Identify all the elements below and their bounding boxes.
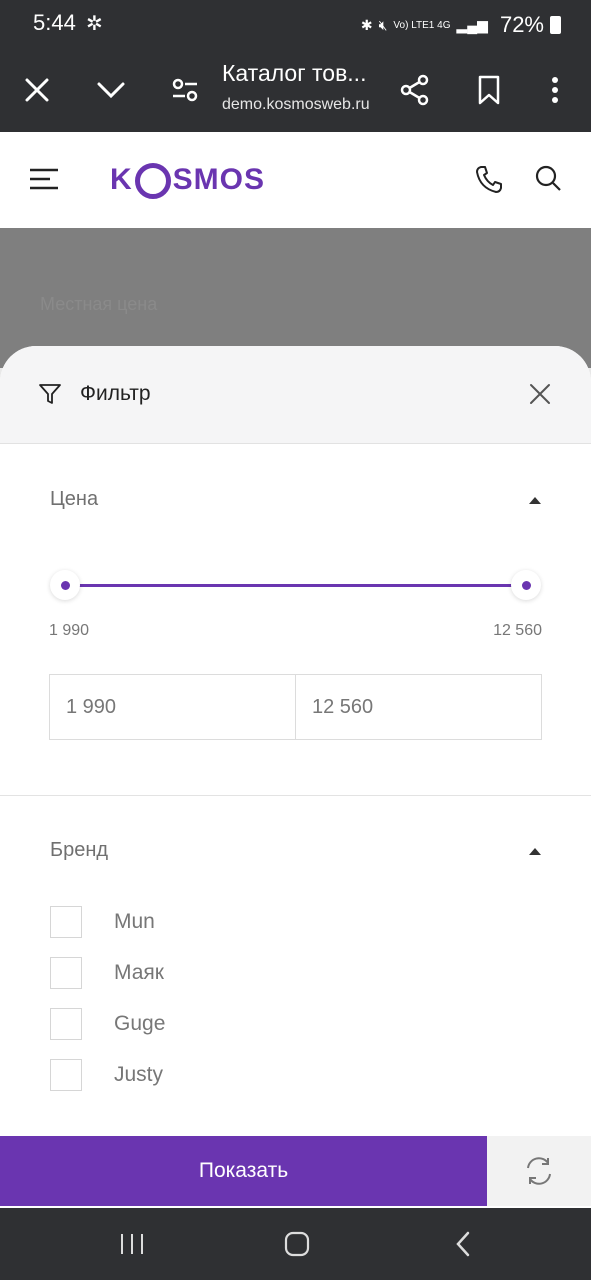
- share-icon[interactable]: [393, 68, 437, 112]
- price-max-input[interactable]: 12 560: [295, 674, 542, 740]
- brand-checkbox[interactable]: [50, 1008, 82, 1040]
- more-menu-icon[interactable]: [533, 68, 577, 112]
- obscured-page-text: Местная цена: [40, 294, 158, 314]
- home-icon[interactable]: [277, 1228, 317, 1260]
- price-max-label: 12 560: [493, 622, 542, 639]
- browser-toolbar: Каталог тов... demo.kosmosweb.ru: [0, 48, 591, 132]
- signal-icon: ▂▄▆: [456, 16, 488, 33]
- site-header: K SMOS: [0, 132, 591, 228]
- brand-label: Mun: [114, 910, 155, 933]
- brand-checkbox[interactable]: [50, 1059, 82, 1091]
- price-min-handle[interactable]: [50, 570, 80, 600]
- price-range-track[interactable]: [64, 584, 526, 587]
- system-nav-bar: [0, 1208, 591, 1280]
- show-results-button[interactable]: Показать: [0, 1136, 487, 1206]
- chevron-down-icon[interactable]: [89, 68, 133, 112]
- brand-label: Justy: [114, 1063, 164, 1086]
- brand-checkbox[interactable]: [50, 906, 82, 938]
- page-settings-icon[interactable]: [163, 68, 207, 112]
- brand-label: Guge: [114, 1012, 166, 1035]
- price-collapse-icon[interactable]: [529, 497, 541, 504]
- search-icon[interactable]: [534, 164, 564, 194]
- app-status-icon: ✲: [86, 13, 103, 35]
- filter-sheet: Фильтр Цена 1 990 12 560 1 990 12 560 Бр…: [0, 346, 591, 1208]
- brand-section-label[interactable]: Бренд: [50, 839, 108, 862]
- browser-url[interactable]: demo.kosmosweb.ru: [222, 96, 370, 114]
- reset-icon: [527, 1157, 551, 1185]
- logo-text-right: SMOS: [172, 163, 266, 196]
- price-max-handle[interactable]: [511, 570, 541, 600]
- close-filter-icon[interactable]: [527, 381, 555, 409]
- battery-icon: [550, 16, 561, 34]
- brand-option[interactable]: Маяк: [50, 957, 164, 989]
- brand-label: Маяк: [114, 961, 164, 984]
- mute-icon: 🔇︎: [378, 16, 388, 33]
- back-icon[interactable]: [443, 1228, 483, 1260]
- price-min-label: 1 990: [49, 622, 90, 639]
- filter-header: Фильтр: [0, 346, 591, 444]
- price-min-input[interactable]: 1 990: [49, 674, 296, 740]
- brand-option[interactable]: Guge: [50, 1008, 165, 1040]
- status-time: 5:44: [33, 10, 76, 35]
- status-icons: ✱ 🔇︎ Vo) LTE1 4G ▂▄▆ 72%: [361, 12, 561, 38]
- phone-icon[interactable]: [474, 164, 506, 196]
- brand-option[interactable]: Mun: [50, 906, 155, 938]
- hamburger-menu-icon[interactable]: [28, 166, 60, 194]
- price-section-label[interactable]: Цена: [50, 488, 98, 511]
- brand-collapse-icon[interactable]: [529, 848, 541, 855]
- brand-option[interactable]: Justy: [50, 1059, 163, 1091]
- bluetooth-icon: ✱: [360, 16, 373, 33]
- filter-icon: [38, 382, 62, 406]
- battery-percent: 72%: [499, 12, 544, 37]
- section-divider: [0, 795, 591, 796]
- rocket-logo-icon: [134, 163, 171, 199]
- network-label: Vo) LTE1 4G: [393, 19, 451, 31]
- filter-title: Фильтр: [80, 382, 151, 405]
- status-bar: 5:44 ✲ ✱ 🔇︎ Vo) LTE1 4G ▂▄▆ 72%: [0, 0, 591, 48]
- close-tab-icon[interactable]: [15, 68, 59, 112]
- logo-text-left: K: [110, 163, 133, 196]
- recent-apps-icon[interactable]: [112, 1228, 152, 1260]
- browser-page-title[interactable]: Каталог тов...: [222, 60, 366, 87]
- reset-filter-button[interactable]: [487, 1136, 591, 1206]
- kosmos-logo[interactable]: K SMOS: [110, 162, 266, 199]
- bookmark-icon[interactable]: [467, 68, 511, 112]
- brand-checkbox[interactable]: [50, 957, 82, 989]
